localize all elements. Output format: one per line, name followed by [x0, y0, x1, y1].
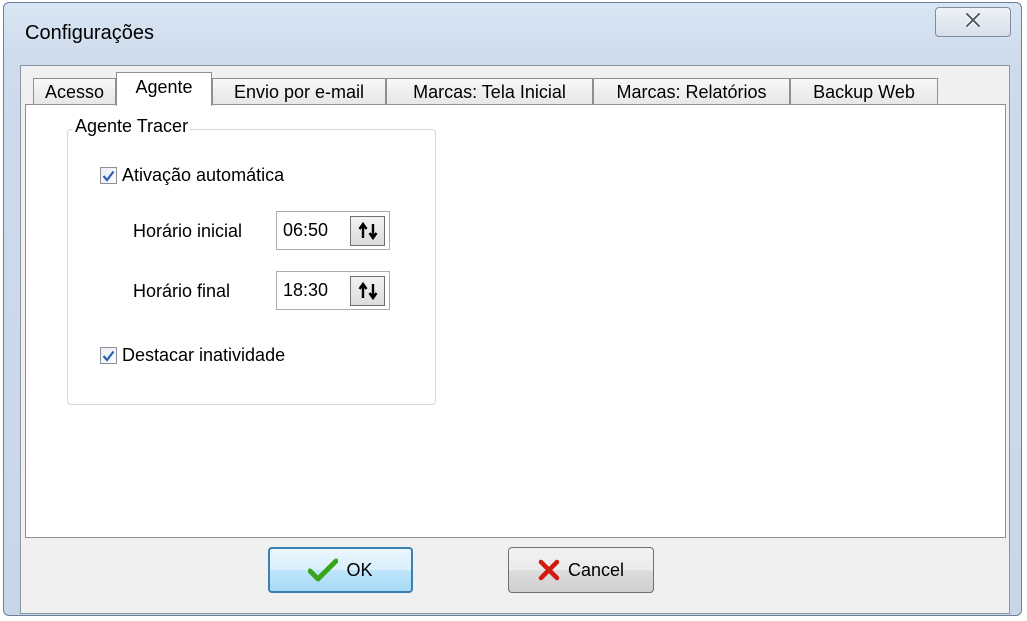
checkbox-box[interactable] — [100, 167, 117, 184]
ok-button-label: OK — [346, 559, 373, 580]
tab-label: Backup Web — [813, 81, 915, 102]
start-time-spinner[interactable] — [350, 216, 385, 246]
close-icon — [964, 10, 982, 32]
dialog-window: Configurações Acesso Agente Envio por e-… — [3, 2, 1022, 616]
end-time-label: Horário final — [133, 281, 231, 301]
spin-arrows-icon — [358, 281, 377, 301]
tab-marcas-tela-inicial[interactable]: Marcas: Tela Inicial — [386, 78, 593, 105]
auto-activation-checkbox[interactable]: Ativação automática — [100, 165, 284, 186]
end-time-field[interactable]: 18:30 — [276, 271, 390, 310]
tab-marcas-relatorios[interactable]: Marcas: Relatórios — [593, 78, 790, 105]
window-title: Configurações — [25, 22, 154, 44]
tab-acesso[interactable]: Acesso — [33, 78, 116, 105]
highlight-inactivity-label: Destacar inatividade — [122, 345, 286, 365]
end-time-value: 18:30 — [283, 280, 329, 300]
auto-activation-label: Ativação automática — [122, 165, 285, 185]
highlight-inactivity-checkbox[interactable]: Destacar inatividade — [100, 345, 285, 366]
checkmark-icon — [102, 350, 115, 362]
tab-label: Agente — [135, 77, 193, 97]
close-button[interactable] — [935, 7, 1011, 37]
cancel-button-label: Cancel — [567, 559, 625, 580]
spin-arrows-icon — [358, 221, 377, 241]
start-time-label: Horário inicial — [133, 221, 243, 241]
ok-button[interactable]: OK — [268, 547, 413, 593]
tab-label: Envio por e-mail — [233, 81, 365, 102]
tab-label: Acesso — [44, 81, 105, 102]
tab-agente[interactable]: Agente — [116, 72, 212, 106]
tab-panel-agente: Agente Tracer Ativação automática Horári… — [25, 104, 1006, 538]
green-check-icon — [308, 558, 339, 582]
cancel-button[interactable]: Cancel — [508, 547, 654, 593]
tab-label: Marcas: Tela Inicial — [413, 81, 566, 102]
start-time-value: 06:50 — [283, 220, 329, 240]
tab-envio-email[interactable]: Envio por e-mail — [212, 78, 386, 105]
checkbox-box[interactable] — [100, 347, 117, 364]
tab-backup-web[interactable]: Backup Web — [790, 78, 938, 105]
red-x-icon — [538, 559, 560, 581]
end-time-spinner[interactable] — [350, 276, 385, 306]
tab-label: Marcas: Relatórios — [616, 81, 767, 102]
groupbox-title: Agente Tracer — [73, 116, 191, 137]
dialog-client-area: Acesso Agente Envio por e-mail Marcas: T… — [20, 65, 1010, 614]
start-time-field[interactable]: 06:50 — [276, 211, 390, 250]
checkmark-icon — [102, 170, 115, 182]
